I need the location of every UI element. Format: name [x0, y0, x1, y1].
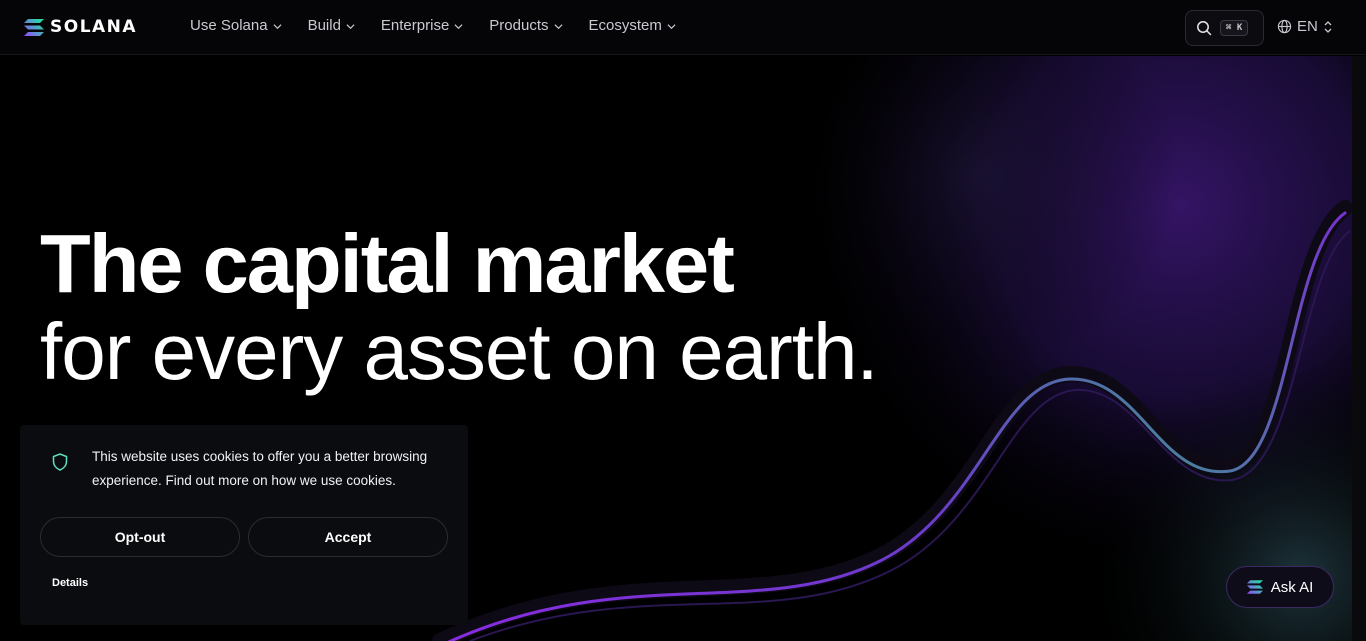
globe-icon — [1277, 19, 1292, 34]
nav-label: Enterprise — [380, 17, 450, 34]
chevron-down-icon — [667, 24, 676, 30]
language-label: EN — [1297, 18, 1318, 35]
ask-ai-button[interactable]: Ask AI — [1226, 566, 1334, 608]
nav-enterprise[interactable]: Enterprise — [381, 17, 463, 34]
brand-name: SOLANA — [50, 17, 138, 37]
site-header: SOLANA Use Solana Build Enterprise Produ… — [0, 0, 1366, 55]
chevron-down-icon — [454, 24, 463, 30]
search-button[interactable]: ⌘ K — [1185, 10, 1264, 46]
solana-mark-icon — [1246, 580, 1263, 594]
language-selector[interactable]: EN — [1277, 18, 1333, 35]
page-scrollbar[interactable] — [1352, 56, 1366, 641]
solana-mark-icon — [24, 18, 44, 36]
search-shortcut: ⌘ K — [1220, 20, 1249, 36]
chevron-down-icon — [273, 24, 282, 30]
main-nav: Use Solana Build Enterprise Products Eco… — [190, 17, 702, 34]
shield-icon — [52, 453, 68, 471]
accept-button[interactable]: Accept — [248, 517, 448, 557]
search-icon — [1197, 21, 1212, 36]
nav-label: Products — [489, 17, 549, 34]
cookie-message: This website uses cookies to offer you a… — [92, 449, 428, 488]
nav-label: Build — [307, 17, 341, 34]
hero-title: The capital market for every asset on ea… — [40, 217, 879, 396]
solana-logo[interactable]: SOLANA — [24, 17, 137, 37]
chevron-down-icon — [553, 24, 563, 30]
opt-out-button[interactable]: Opt-out — [40, 517, 240, 557]
cookie-banner: This website uses cookies to offer you a… — [20, 425, 468, 625]
nav-ecosystem[interactable]: Ecosystem — [589, 17, 676, 34]
nav-build[interactable]: Build — [308, 17, 355, 34]
nav-label: Ecosystem — [588, 17, 662, 34]
ask-ai-label: Ask AI — [1270, 578, 1314, 596]
nav-products[interactable]: Products — [489, 17, 563, 34]
nav-use-solana[interactable]: Use Solana — [190, 17, 282, 34]
hero-title-line1: The capital market — [40, 217, 735, 310]
nav-label: Use Solana — [190, 17, 268, 34]
details-link[interactable]: Details — [52, 577, 88, 589]
hero-title-line2: for every asset on earth. — [40, 307, 879, 396]
chevron-down-icon — [346, 24, 355, 30]
chevron-updown-icon — [1324, 20, 1332, 33]
